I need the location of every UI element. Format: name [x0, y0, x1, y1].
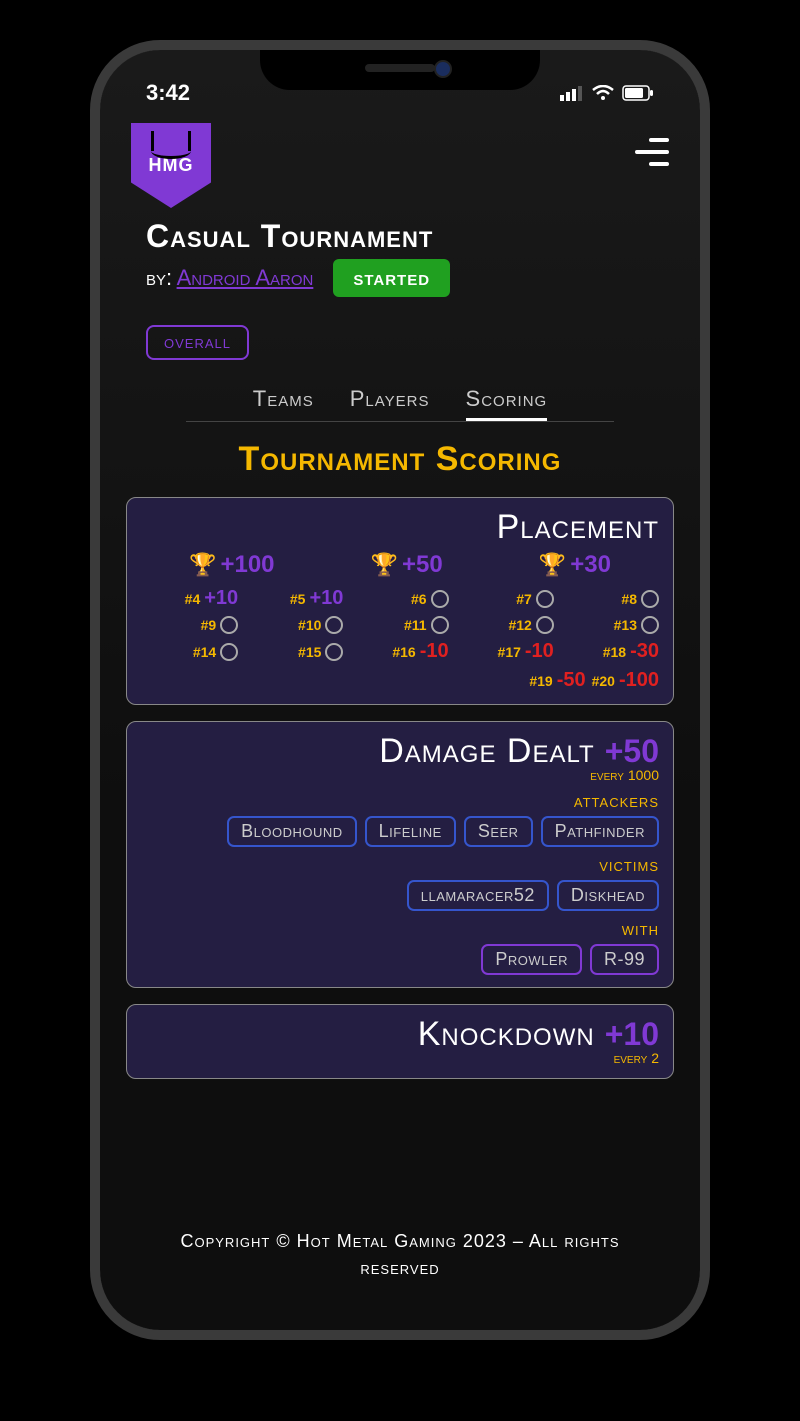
- tab-players[interactable]: Players: [350, 386, 430, 421]
- tab-scoring[interactable]: Scoring: [466, 386, 548, 421]
- tabs: Teams Players Scoring: [186, 386, 614, 422]
- rank-cell: #10: [246, 616, 343, 634]
- author-link[interactable]: Android Aaron: [177, 265, 314, 290]
- chip[interactable]: Lifeline: [365, 816, 456, 847]
- side-button: [90, 420, 92, 490]
- with-row: Prowler R-99: [141, 944, 659, 975]
- tab-teams[interactable]: Teams: [253, 386, 314, 421]
- battery-icon: [622, 85, 654, 101]
- app-logo[interactable]: HMG: [131, 123, 211, 208]
- knockdown-card: Knockdown +10 every 2: [126, 1004, 674, 1079]
- section-title: Tournament Scoring: [126, 440, 674, 479]
- trophy-silver: 🏆+50: [371, 551, 443, 579]
- footer: Copyright © Hot Metal Gaming 2023 – All …: [126, 1208, 674, 1312]
- trophy-bronze: 🏆+30: [539, 551, 611, 579]
- trophy-row: 🏆+100 🏆+50 🏆+30: [141, 551, 659, 579]
- rank-cell: #20-100: [592, 669, 659, 692]
- app-header: HMG: [126, 108, 674, 208]
- side-button: [708, 340, 710, 430]
- side-button: [90, 330, 92, 400]
- chip[interactable]: Seer: [464, 816, 533, 847]
- damage-card: Damage Dealt +50 every 1000 attackers Bl…: [126, 721, 674, 988]
- attackers-label: attackers: [141, 791, 659, 812]
- trophy-gold: 🏆+100: [189, 551, 274, 579]
- rank-cell: #11: [351, 616, 448, 634]
- placement-title: Placement: [141, 508, 659, 547]
- trophy-icon: 🏆: [371, 552, 398, 578]
- side-button: [90, 250, 92, 290]
- rank-cell: #18-30: [562, 640, 659, 663]
- phone-frame: 3:42 HMG Casual Tourname: [90, 40, 710, 1340]
- rank-cell: #15: [246, 640, 343, 663]
- placement-tail: #19-50 #20-100: [141, 669, 659, 692]
- rank-cell: #16-10: [351, 640, 448, 663]
- placement-card: Placement 🏆+100 🏆+50 🏆+30 #4+10 #5+10 #6 #7…: [126, 497, 674, 705]
- page-title: Casual Tournament: [126, 208, 674, 255]
- trophy-icon: 🏆: [539, 552, 566, 578]
- rank-cell: #13: [562, 616, 659, 634]
- chip[interactable]: R-99: [590, 944, 659, 975]
- overall-button[interactable]: overall: [146, 325, 249, 360]
- damage-title: Damage Dealt: [379, 732, 594, 771]
- rank-cell: #9: [141, 616, 238, 634]
- status-time: 3:42: [146, 80, 190, 106]
- chip[interactable]: llamaracer52: [407, 880, 549, 911]
- status-right: [560, 85, 654, 101]
- rank-cell: #5+10: [246, 587, 343, 610]
- placement-grid: #4+10 #5+10 #6 #7 #8 #9 #10 #11 #12 #13 #14 #15 #16-…: [141, 587, 659, 663]
- by-label: by: Android Aaron: [146, 265, 313, 291]
- rank-cell: #6: [351, 587, 448, 610]
- damage-points: +50: [605, 733, 659, 770]
- rank-cell: #8: [562, 587, 659, 610]
- attackers-row: Bloodhound Lifeline Seer Pathfinder: [141, 816, 659, 847]
- signal-icon: [560, 85, 584, 101]
- rank-cell: #7: [457, 587, 554, 610]
- chip[interactable]: Prowler: [481, 944, 582, 975]
- chip[interactable]: Bloodhound: [227, 816, 357, 847]
- logo-bridge-icon: [143, 131, 199, 151]
- subtitle-row: by: Android Aaron started: [126, 255, 674, 309]
- victims-row: llamaracer52 Diskhead: [141, 880, 659, 911]
- knockdown-points: +10: [605, 1016, 659, 1053]
- rank-cell: #14: [141, 640, 238, 663]
- chip[interactable]: Pathfinder: [541, 816, 659, 847]
- with-label: with: [141, 919, 659, 940]
- status-badge: started: [333, 259, 450, 297]
- rank-cell: #17-10: [457, 640, 554, 663]
- chip[interactable]: Diskhead: [557, 880, 659, 911]
- menu-icon[interactable]: [635, 138, 669, 166]
- trophy-icon: 🏆: [189, 552, 216, 578]
- rank-cell: #4+10: [141, 587, 238, 610]
- knockdown-title: Knockdown: [418, 1015, 595, 1054]
- victims-label: victims: [141, 855, 659, 876]
- phone-notch: [260, 50, 540, 90]
- screen: 3:42 HMG Casual Tourname: [100, 50, 700, 1330]
- rank-cell: #12: [457, 616, 554, 634]
- wifi-icon: [592, 85, 614, 101]
- rank-cell: #19-50: [529, 669, 585, 692]
